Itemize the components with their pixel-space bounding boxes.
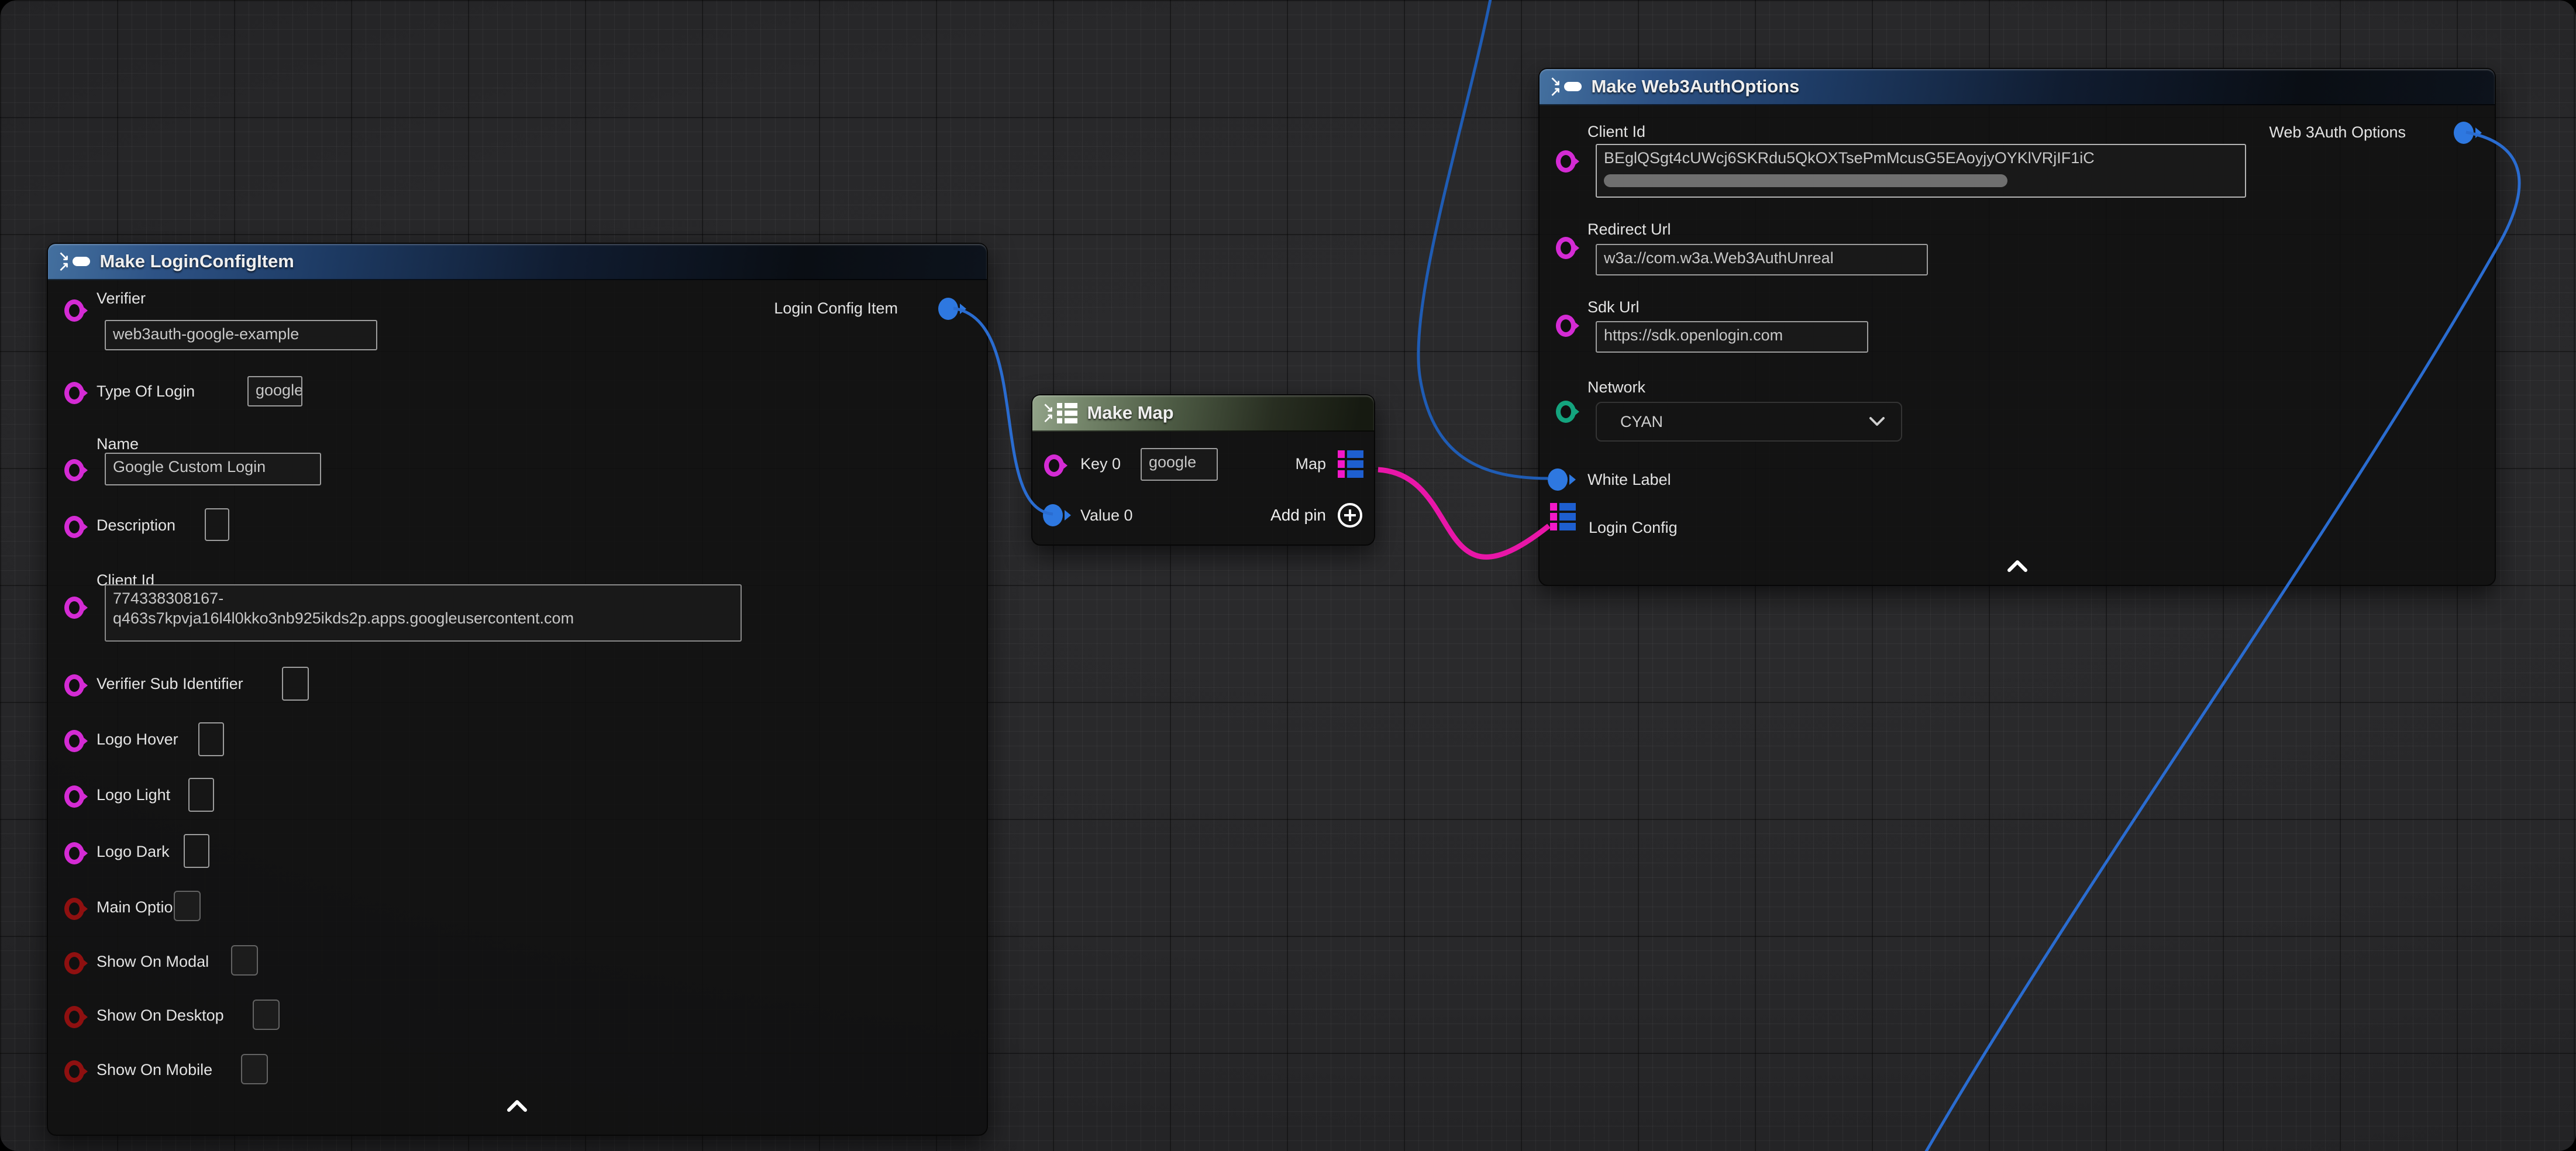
wire-map-to-loginconfig[interactable] (1378, 470, 1549, 557)
verifier-sub-identifier-pin[interactable] (64, 674, 84, 697)
logo-hover-label: Logo Hover (97, 730, 178, 749)
output-login-config-item-label: Login Config Item (774, 299, 898, 318)
key-0-pin[interactable] (1044, 454, 1064, 477)
output-web3auth-options-pin[interactable] (2454, 122, 2474, 144)
node-header[interactable]: ↘↗ Make Map (1032, 395, 1374, 432)
client-id-hscrollbar[interactable] (1604, 174, 2007, 187)
value-0-label: Value 0 (1080, 506, 1133, 525)
name-input[interactable]: Google Custom Login (105, 453, 321, 485)
verifier-label: Verifier (97, 290, 146, 308)
verifier-input[interactable]: web3auth-google-example (105, 320, 377, 350)
logo-light-label: Logo Light (97, 786, 170, 804)
client-id-pin[interactable] (64, 597, 84, 619)
node-title: Make LoginConfigItem (99, 251, 294, 272)
name-label: Name (97, 435, 139, 453)
value-0-pin[interactable] (1043, 504, 1063, 526)
sdk-url-input[interactable]: https://sdk.openlogin.com (1596, 321, 1868, 353)
logo-dark-input[interactable] (184, 834, 209, 868)
show-on-desktop-pin[interactable] (64, 1006, 84, 1028)
white-label-label: White Label (1587, 471, 1671, 489)
main-option-pin[interactable] (64, 898, 84, 920)
add-pin-plus-icon (1337, 502, 1363, 529)
show-on-modal-checkbox[interactable] (231, 945, 258, 976)
show-on-modal-label: Show On Modal (97, 953, 209, 971)
node-make-map[interactable]: ↘↗ Make Map Key 0 google Map Value 0 Add… (1031, 394, 1375, 546)
redirect-url-input[interactable]: w3a://com.w3a.Web3AuthUnreal (1596, 244, 1928, 275)
client-id-input[interactable]: 774338308167- q463s7kpvja16l4l0kko3nb925… (105, 584, 742, 642)
show-on-desktop-checkbox[interactable] (253, 1000, 280, 1030)
node-title: Make Map (1087, 402, 1173, 423)
white-label-pin[interactable] (1548, 468, 1568, 491)
make-struct-icon: ↘↗ (58, 251, 90, 272)
client-id-input[interactable]: BEglQSgt4cUWcj6SKRdu5QkOXTsePmMcusG5EAoy… (1596, 144, 2246, 198)
main-option-checkbox[interactable] (174, 891, 201, 921)
logo-light-pin[interactable] (64, 785, 84, 808)
node-header[interactable]: ↘↗ Make Web3AuthOptions (1540, 69, 2495, 105)
description-label: Description (97, 516, 175, 535)
type-of-login-pin[interactable] (64, 382, 84, 404)
logo-dark-label: Logo Dark (97, 843, 170, 861)
redirect-url-pin[interactable] (1556, 237, 1576, 259)
logo-hover-pin[interactable] (64, 730, 84, 752)
logo-light-input[interactable] (188, 778, 214, 812)
make-struct-icon: ↘↗ (1550, 76, 1582, 97)
collapse-node-chevron-icon[interactable] (2006, 559, 2029, 573)
network-dropdown[interactable]: CYAN (1596, 402, 1902, 442)
sdk-url-pin[interactable] (1556, 315, 1576, 337)
verifier-sub-identifier-label: Verifier Sub Identifier (97, 675, 243, 693)
show-on-desktop-label: Show On Desktop (97, 1007, 224, 1025)
redirect-url-label: Redirect Url (1587, 220, 1671, 239)
description-pin[interactable] (64, 516, 84, 538)
add-pin-label: Add pin (1270, 506, 1326, 525)
output-login-config-item-pin[interactable] (938, 298, 958, 320)
logo-dark-pin[interactable] (64, 842, 84, 864)
description-input[interactable] (205, 508, 229, 541)
type-of-login-label: Type Of Login (97, 382, 195, 401)
network-label: Network (1587, 378, 1645, 397)
verifier-pin[interactable] (64, 299, 84, 322)
make-map-icon: ↘↗ (1043, 402, 1077, 423)
client-id-pin[interactable] (1556, 150, 1576, 173)
network-pin[interactable] (1556, 401, 1576, 423)
map-output-pin[interactable] (1338, 450, 1363, 478)
name-pin[interactable] (64, 459, 84, 481)
login-config-pin[interactable] (1550, 503, 1576, 530)
show-on-mobile-checkbox[interactable] (241, 1054, 268, 1084)
node-header[interactable]: ↘↗ Make LoginConfigItem (48, 244, 987, 280)
type-of-login-input[interactable]: google (247, 376, 302, 406)
blueprint-graph-canvas[interactable]: ↘↗ Make LoginConfigItem Verifier web3aut… (0, 0, 2576, 1151)
wire-top-to-whitelabel[interactable] (1418, 0, 1548, 478)
show-on-mobile-label: Show On Mobile (97, 1061, 212, 1079)
node-make-web3authoptions[interactable]: ↘↗ Make Web3AuthOptions Client Id BEglQS… (1538, 68, 2496, 586)
client-id-label: Client Id (1587, 123, 1645, 141)
node-make-loginconfigitem[interactable]: ↘↗ Make LoginConfigItem Verifier web3aut… (47, 243, 988, 1136)
node-title: Make Web3AuthOptions (1591, 76, 1799, 97)
add-pin-button[interactable]: Add pin (1270, 502, 1363, 529)
logo-hover-input[interactable] (198, 722, 224, 756)
sdk-url-label: Sdk Url (1587, 298, 1640, 316)
collapse-node-chevron-icon[interactable] (505, 1099, 529, 1113)
network-dropdown-value: CYAN (1620, 413, 1663, 431)
chevron-down-icon (1867, 416, 1887, 428)
key-0-label: Key 0 (1080, 455, 1121, 473)
show-on-mobile-pin[interactable] (64, 1060, 84, 1083)
verifier-sub-identifier-input[interactable] (282, 667, 309, 701)
login-config-label: Login Config (1589, 519, 1678, 537)
main-option-label: Main Option (97, 898, 182, 916)
output-web3auth-options-label: Web 3Auth Options (2269, 123, 2406, 142)
map-output-label: Map (1295, 455, 1326, 473)
show-on-modal-pin[interactable] (64, 952, 84, 974)
key-0-input[interactable]: google (1141, 448, 1218, 481)
